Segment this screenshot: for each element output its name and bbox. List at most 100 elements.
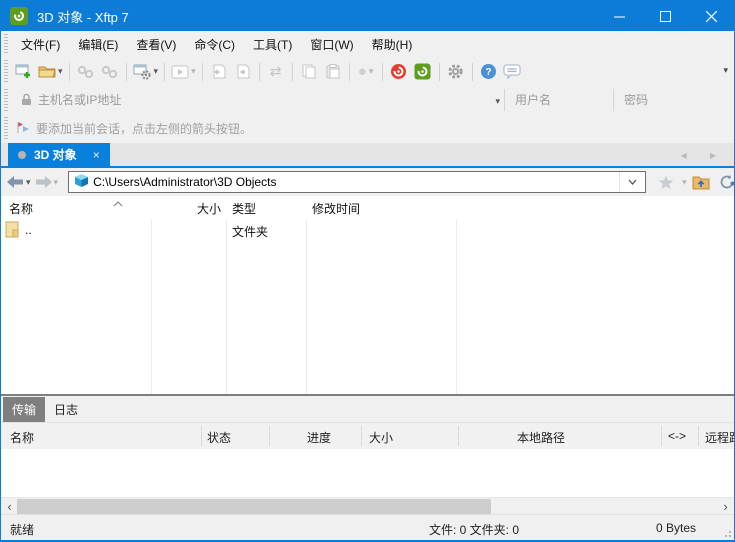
path-dropdown-icon[interactable] bbox=[619, 172, 645, 192]
tcol-size[interactable]: 大小 bbox=[369, 429, 393, 446]
close-button[interactable] bbox=[688, 1, 734, 31]
quickbar-grip[interactable] bbox=[4, 89, 8, 111]
column-divider[interactable] bbox=[269, 426, 270, 446]
forward-button[interactable]: ▾ bbox=[35, 176, 59, 188]
help-icon[interactable]: ? bbox=[477, 60, 501, 84]
password-input[interactable] bbox=[614, 93, 734, 107]
note-flag-icon bbox=[16, 121, 30, 137]
xftp-window: 3D 对象 - Xftp 7 文件(F) 编辑(E) 查看(V) 命令(C) 工… bbox=[0, 0, 735, 542]
horizontal-scrollbar[interactable]: ‹ › bbox=[1, 497, 734, 514]
tab-scroll-arrows[interactable]: ◂ ▸ bbox=[681, 148, 726, 162]
reconnect-icon bbox=[98, 60, 122, 84]
password-field-wrap bbox=[614, 93, 734, 107]
host-input[interactable] bbox=[12, 88, 504, 112]
note-bar: 要添加当前会话，点击左侧的箭头按钮。 bbox=[1, 114, 734, 143]
file-row-parent[interactable]: .. 文件夹 bbox=[1, 219, 734, 241]
host-field-wrap: ▾ bbox=[12, 88, 504, 112]
record-dropdown-icon: ▾ bbox=[369, 66, 374, 77]
host-dropdown-icon[interactable]: ▾ bbox=[495, 96, 500, 107]
xshell-icon[interactable] bbox=[387, 60, 411, 84]
forward-file-icon bbox=[231, 60, 255, 84]
scroll-right-icon[interactable]: › bbox=[717, 499, 734, 514]
back-history-dropdown-icon[interactable]: ▾ bbox=[26, 177, 31, 188]
col-size[interactable]: 大小 bbox=[197, 200, 221, 217]
open-dropdown-icon[interactable]: ▾ bbox=[58, 66, 63, 77]
menu-window[interactable]: 窗口(W) bbox=[301, 32, 362, 57]
toolbar-separator bbox=[439, 63, 440, 81]
toolbar-separator bbox=[259, 63, 260, 81]
tcol-localpath[interactable]: 本地路径 bbox=[517, 429, 565, 446]
copy-icon bbox=[297, 60, 321, 84]
tab-transfer[interactable]: 传输 bbox=[3, 397, 45, 422]
tcol-progress[interactable]: 进度 bbox=[307, 429, 331, 446]
tab-log[interactable]: 日志 bbox=[45, 397, 87, 422]
feedback-icon[interactable] bbox=[501, 60, 525, 84]
menu-tools[interactable]: 工具(T) bbox=[244, 32, 301, 57]
tcol-name[interactable]: 名称 bbox=[10, 429, 34, 446]
menu-bar: 文件(F) 编辑(E) 查看(V) 命令(C) 工具(T) 窗口(W) 帮助(H… bbox=[1, 31, 734, 57]
window-title: 3D 对象 - Xftp 7 bbox=[37, 7, 596, 26]
column-divider[interactable] bbox=[661, 426, 662, 446]
session-tab-active[interactable]: 3D 对象 × bbox=[8, 143, 110, 166]
tcol-remotepath[interactable]: 远程路径 bbox=[705, 429, 735, 446]
column-divider[interactable] bbox=[361, 426, 362, 446]
bottom-tab-bar: 传输 日志 bbox=[1, 397, 734, 423]
maximize-button[interactable] bbox=[642, 1, 688, 31]
new-session-icon[interactable] bbox=[12, 60, 36, 84]
back-button[interactable]: ▾ bbox=[7, 176, 31, 188]
settings-gear-icon[interactable] bbox=[444, 60, 468, 84]
user-field-wrap bbox=[505, 93, 613, 107]
menu-edit[interactable]: 编辑(E) bbox=[69, 32, 127, 57]
toolbar-separator bbox=[69, 63, 70, 81]
scrollbar-thumb[interactable] bbox=[17, 499, 491, 514]
menu-file[interactable]: 文件(F) bbox=[12, 32, 69, 57]
menu-view[interactable]: 查看(V) bbox=[127, 32, 185, 57]
tab-close-icon[interactable]: × bbox=[93, 148, 100, 162]
path-combobox[interactable] bbox=[68, 171, 646, 193]
toolbar-separator bbox=[202, 63, 203, 81]
session-properties-icon[interactable]: ▾ bbox=[131, 60, 161, 84]
toolbar-grip[interactable] bbox=[4, 60, 8, 83]
column-divider[interactable] bbox=[458, 426, 459, 446]
open-session-folder-icon[interactable]: ▾ bbox=[36, 60, 65, 84]
menu-commands[interactable]: 命令(C) bbox=[185, 32, 244, 57]
quick-connect-bar: ▾ bbox=[1, 86, 734, 114]
back-file-icon bbox=[207, 60, 231, 84]
toolbar-separator bbox=[472, 63, 473, 81]
col-name[interactable]: 名称 bbox=[9, 200, 33, 217]
up-directory-icon[interactable] bbox=[689, 170, 713, 194]
notebar-grip[interactable] bbox=[4, 117, 8, 140]
disconnect-icon bbox=[74, 60, 98, 84]
lock-icon bbox=[20, 93, 33, 109]
transfer-list-body bbox=[1, 449, 734, 497]
path-input[interactable] bbox=[89, 175, 619, 189]
tcol-direction[interactable]: <-> bbox=[668, 429, 686, 443]
favorites-dropdown-icon[interactable]: ▾ bbox=[682, 177, 687, 188]
toolbar-separator bbox=[164, 63, 165, 81]
toolbar: ▾ ▾ ▾ ⇄ bbox=[1, 57, 734, 86]
menu-help[interactable]: 帮助(H) bbox=[363, 32, 422, 57]
title-bar: 3D 对象 - Xftp 7 bbox=[1, 1, 734, 31]
resize-grip[interactable] bbox=[721, 527, 731, 537]
username-input[interactable] bbox=[505, 93, 613, 107]
folder-icon bbox=[5, 221, 20, 241]
session-tab-bar: 3D 对象 × ◂ ▸ bbox=[1, 143, 734, 168]
column-divider[interactable] bbox=[698, 426, 699, 446]
xftp-icon[interactable] bbox=[411, 60, 435, 84]
toolbar-overflow-icon[interactable]: ▾ bbox=[723, 65, 728, 76]
column-divider[interactable] bbox=[201, 426, 202, 446]
toolbar-separator bbox=[349, 63, 350, 81]
session-tab-label: 3D 对象 bbox=[34, 146, 77, 163]
toolbar-separator bbox=[292, 63, 293, 81]
minimize-button[interactable] bbox=[596, 1, 642, 31]
scroll-left-icon[interactable]: ‹ bbox=[1, 499, 18, 514]
file-name: .. bbox=[25, 223, 32, 237]
tcol-status[interactable]: 状态 bbox=[207, 429, 231, 446]
refresh-icon[interactable] bbox=[715, 170, 735, 194]
paste-icon bbox=[321, 60, 345, 84]
col-type[interactable]: 类型 bbox=[232, 200, 256, 217]
menubar-grip[interactable] bbox=[4, 34, 8, 55]
properties-dropdown-icon[interactable]: ▾ bbox=[154, 66, 159, 77]
toolbar-separator bbox=[382, 63, 383, 81]
col-modified[interactable]: 修改时间 bbox=[312, 200, 360, 217]
